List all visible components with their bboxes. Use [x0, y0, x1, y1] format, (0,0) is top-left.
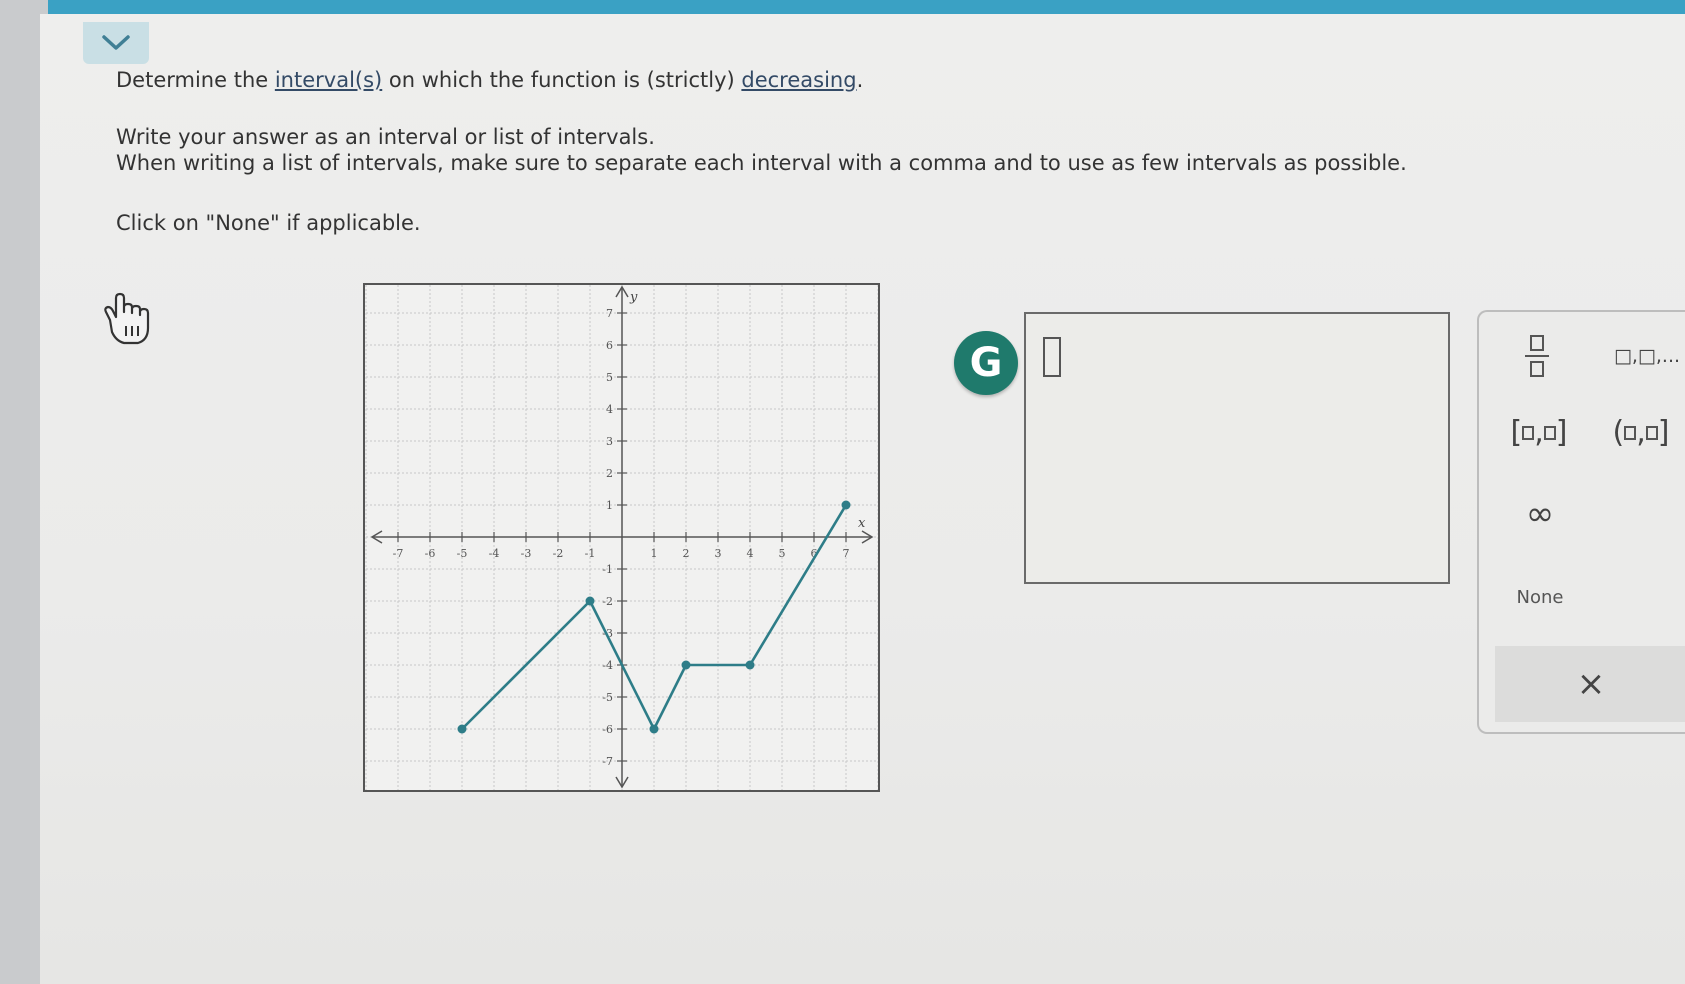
closed-point — [841, 500, 851, 510]
top-accent-bar — [48, 0, 1685, 14]
x-tick-label: 3 — [715, 547, 722, 560]
grammarly-button[interactable]: G — [954, 331, 1018, 395]
y-tick-label: 4 — [606, 403, 613, 416]
y-tick-label: -6 — [602, 723, 613, 736]
fraction-button[interactable] — [1515, 328, 1559, 384]
clear-button[interactable]: × — [1495, 646, 1685, 722]
answer-cursor — [1043, 337, 1061, 377]
y-tick-label: -2 — [602, 595, 613, 608]
fraction-icon — [1525, 335, 1549, 377]
x-tick-label: -6 — [425, 547, 436, 560]
x-axis-label: x — [858, 516, 866, 531]
x-tick-label: -5 — [457, 547, 468, 560]
closed-point — [457, 724, 467, 734]
x-tick-label: -1 — [585, 547, 596, 560]
close-icon: × — [1576, 664, 1606, 704]
x-tick-label: 1 — [651, 547, 658, 560]
y-tick-label: 7 — [606, 307, 613, 320]
y-tick-label: -4 — [602, 659, 613, 672]
answer-input[interactable] — [1024, 312, 1450, 584]
question-suffix: . — [856, 68, 864, 92]
x-tick-label: 2 — [683, 547, 690, 560]
question-prefix: Determine the — [116, 68, 275, 92]
closed-point — [649, 724, 659, 734]
x-tick-label: 4 — [747, 547, 754, 560]
graph-canvas: xy-7 -6 -5 -4 -3 -2 -1 1 2 3 4 5 6 77654321-1-2-3-4-5… — [365, 285, 878, 790]
y-tick-label: 1 — [606, 499, 613, 512]
x-tick-label: -7 — [393, 547, 404, 560]
x-tick-label: 5 — [779, 547, 786, 560]
infinity-button[interactable]: ∞ — [1515, 494, 1565, 534]
x-tick-label: 7 — [843, 547, 850, 560]
half-open-interval-button[interactable]: (,] — [1601, 412, 1681, 452]
question-middle: on which the function is (strictly) — [382, 68, 742, 92]
x-tick-label: -3 — [521, 547, 532, 560]
none-button[interactable]: None — [1503, 582, 1577, 612]
instruction-line-1: Write your answer as an interval or list… — [116, 125, 655, 149]
half-open-interval-icon: (,] — [1612, 414, 1670, 450]
y-tick-label: -5 — [602, 691, 613, 704]
interval-definition-link[interactable]: interval(s) — [275, 68, 382, 92]
pointer-hand-icon — [104, 292, 150, 345]
closed-point — [585, 596, 595, 606]
y-tick-label: 2 — [606, 467, 613, 480]
chevron-down-icon — [102, 35, 130, 50]
closed-point — [745, 660, 755, 670]
instruction-line-3: Click on "None" if applicable. — [116, 211, 421, 235]
list-button[interactable]: □,□,... — [1609, 338, 1685, 374]
closed-interval-button[interactable]: [,] — [1501, 412, 1577, 452]
closed-point — [681, 660, 691, 670]
function-graph: x y -7 -6 -5 -4 -3 -2 -1 1 2 3 4 5 6 7 7 6 5 4 3 2 1 -1 -2 -3 -4 -5… — [363, 283, 880, 792]
y-tick-label: -7 — [602, 755, 613, 768]
math-palette: □,□,... [,] (,] ∞ None × — [1477, 310, 1685, 734]
y-tick-label: 6 — [606, 339, 613, 352]
question-line-1: Determine the interval(s) on which the f… — [116, 68, 863, 92]
y-tick-label: -1 — [602, 563, 613, 576]
collapse-toggle[interactable] — [83, 22, 149, 64]
decreasing-definition-link[interactable]: decreasing — [741, 68, 856, 92]
y-tick-label: 5 — [606, 371, 613, 384]
y-axis-label: y — [629, 290, 638, 305]
x-tick-label: -2 — [553, 547, 564, 560]
x-tick-label: -4 — [489, 547, 500, 560]
y-tick-label: 3 — [606, 435, 613, 448]
closed-interval-icon: [,] — [1510, 414, 1568, 450]
instruction-line-2: When writing a list of intervals, make s… — [116, 151, 1407, 175]
